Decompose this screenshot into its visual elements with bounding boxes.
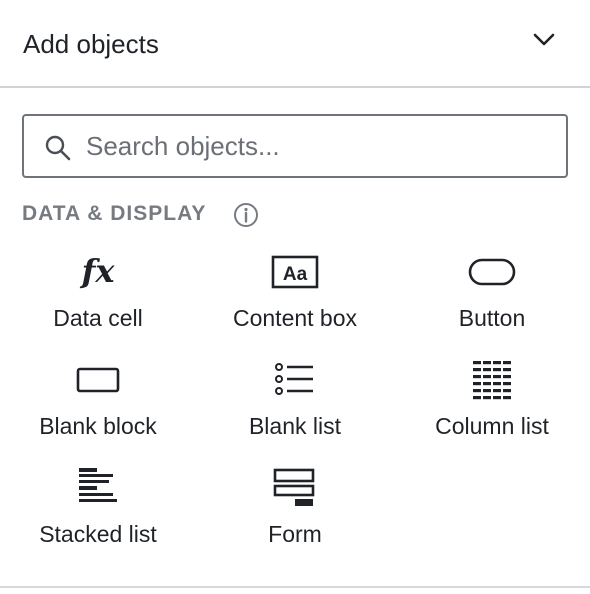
function-icon: fx <box>58 248 138 296</box>
tile-label: Stacked list <box>39 521 157 547</box>
panel-title: Add objects <box>23 29 159 59</box>
svg-text:fx: fx <box>80 252 116 290</box>
search-icon <box>45 135 71 161</box>
collapse-toggle-button[interactable] <box>526 26 562 56</box>
text-box-icon: Aa <box>255 248 335 296</box>
tile-label: Data cell <box>53 305 143 331</box>
tile-content-box[interactable]: Aa Content box <box>197 248 393 352</box>
divider <box>0 586 590 588</box>
tile-label: Form <box>268 521 322 547</box>
tile-label: Column list <box>435 413 549 439</box>
section-label: DATA & DISPLAY <box>22 202 207 225</box>
tile-label: Content box <box>232 305 358 331</box>
column-grid-icon <box>452 356 532 404</box>
tile-blank-block[interactable]: Blank block <box>0 356 196 460</box>
panel-header: Add objects <box>0 0 590 88</box>
search-input[interactable] <box>86 128 546 164</box>
tile-button[interactable]: Button <box>394 248 590 352</box>
add-objects-panel: Add objects DATA & DISPLAY fx Data cell <box>0 0 590 594</box>
tile-label: Blank block <box>39 413 157 439</box>
search-box[interactable] <box>22 114 568 178</box>
tile-stacked-list[interactable]: Stacked list <box>0 464 196 568</box>
info-icon[interactable] <box>232 201 260 229</box>
tile-label: Button <box>458 305 526 331</box>
svg-text:Aa: Aa <box>283 264 308 285</box>
bulleted-list-icon <box>255 356 335 404</box>
tile-column-list[interactable]: Column list <box>394 356 590 460</box>
chevron-down-icon <box>533 33 555 46</box>
rectangle-icon <box>58 356 138 404</box>
tile-blank-list[interactable]: Blank list <box>197 356 393 460</box>
stacked-lines-icon <box>58 464 138 512</box>
tile-form[interactable]: Form <box>197 464 393 568</box>
button-shape-icon <box>452 248 532 296</box>
tile-label: Blank list <box>248 413 342 439</box>
form-icon <box>255 464 335 512</box>
tile-data-cell[interactable]: fx Data cell <box>0 248 196 352</box>
